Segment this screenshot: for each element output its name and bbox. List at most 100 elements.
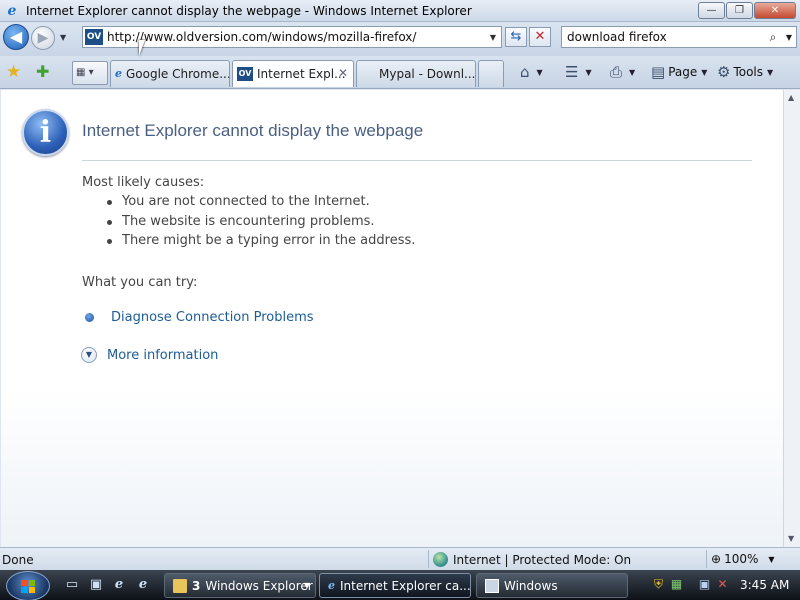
feeds-icon: ☰ — [565, 63, 578, 81]
taskbar-label: Windows Explorer — [205, 579, 312, 593]
window-controls: — ❐ ✕ — [698, 2, 796, 19]
switch-windows-icon[interactable]: ▣ — [88, 577, 104, 593]
try-heading: What you can try: — [82, 275, 197, 290]
search-icon[interactable]: ⌕ — [764, 30, 782, 45]
scroll-down-icon[interactable]: ▼ — [788, 534, 794, 543]
search-input[interactable] — [562, 30, 764, 44]
address-dropdown-icon[interactable]: ▼ — [485, 33, 501, 42]
home-icon: ⌂ — [520, 63, 530, 81]
security-shield-icon[interactable]: ⛨ — [651, 577, 666, 592]
chevron-down-icon: ▼ — [304, 581, 310, 590]
refresh-button[interactable]: ⇆ — [505, 27, 527, 47]
scroll-up-icon[interactable]: ▲ — [788, 93, 794, 102]
internet-explorer-icon[interactable]: e — [135, 577, 151, 593]
status-bar: Done Internet | Protected Mode: On ⊕ 100… — [0, 547, 800, 570]
tab-bar: ★ ✚ ▦ ▾ e Google Chrome... OV Internet E… — [0, 56, 800, 89]
more-information-link[interactable]: ▼ More information — [85, 347, 218, 363]
minimize-button[interactable]: — — [698, 2, 725, 19]
tools-menu-label: Tools — [733, 65, 763, 79]
search-options-dropdown[interactable]: ▼ — [782, 33, 796, 42]
taskbar-label: Internet Explorer ca... — [340, 579, 471, 593]
internet-explorer-icon: e — [328, 579, 335, 593]
stop-button[interactable]: ✕ — [529, 27, 551, 47]
window-count: 3 — [192, 579, 200, 593]
bullet-icon — [85, 313, 94, 322]
favorites-star-icon[interactable]: ★ — [6, 62, 21, 82]
maximize-button[interactable]: ❐ — [726, 2, 753, 19]
feeds-button[interactable]: ☰▼ — [565, 63, 592, 81]
new-tab-button[interactable] — [478, 60, 504, 87]
taskbar-label: Windows — [504, 579, 558, 593]
zoom-dropdown-icon[interactable]: ▼ — [768, 555, 774, 564]
back-button[interactable]: ◀ — [3, 24, 29, 50]
window-title: Internet Explorer cannot display the web… — [26, 4, 472, 18]
forward-button[interactable]: ▶ — [31, 26, 55, 50]
start-button[interactable] — [6, 571, 50, 600]
recent-pages-dropdown[interactable]: ▼ — [60, 33, 66, 42]
page-menu[interactable]: ▤ Page▼ — [651, 63, 707, 81]
taskbar-windows-explorer[interactable]: 3 Windows Explorer ▼ — [164, 573, 316, 598]
causes-heading: Most likely causes: — [82, 175, 204, 190]
home-button[interactable]: ⌂▼ — [520, 63, 543, 81]
diagnose-link-label[interactable]: Diagnose Connection Problems — [111, 310, 314, 325]
tab-internet-explorer[interactable]: OV Internet Expl... ✕ — [232, 60, 354, 87]
search-box: ⌕ ▼ — [561, 26, 797, 48]
diagnose-connection-link[interactable]: Diagnose Connection Problems — [85, 310, 314, 325]
print-icon: ⎙ — [610, 63, 622, 81]
divider — [428, 550, 429, 568]
tab-label: Google Chrome... — [126, 67, 230, 81]
folder-icon — [173, 579, 187, 593]
title-bar: e Internet Explorer cannot display the w… — [0, 0, 800, 22]
list-item: There might be a typing error in the add… — [107, 233, 415, 253]
window-icon — [485, 579, 499, 593]
page-content: i Internet Explorer cannot display the w… — [1, 90, 783, 547]
tab-label: Internet Expl... — [257, 67, 346, 81]
taskbar-internet-explorer[interactable]: e Internet Explorer ca... — [319, 573, 471, 598]
zoom-control[interactable]: ⊕ 100% ▼ — [711, 552, 775, 566]
internet-explorer-icon: e — [4, 3, 20, 19]
security-zone[interactable]: Internet | Protected Mode: On — [433, 552, 631, 567]
zoom-icon: ⊕ — [711, 552, 721, 566]
site-favicon: OV — [85, 29, 103, 45]
internet-explorer-icon: e — [115, 67, 122, 81]
site-favicon: OV — [237, 67, 253, 81]
mouse-pointer-icon — [139, 40, 151, 56]
globe-icon — [433, 552, 448, 567]
tab-mypal[interactable]: Mypal - Downl... — [356, 60, 476, 87]
tab-google-chrome[interactable]: e Google Chrome... — [110, 60, 230, 87]
taskbar-windows[interactable]: Windows — [476, 573, 628, 598]
navigation-bar: ◀ ▶ ▼ OV http://www.oldversion.com/windo… — [0, 22, 800, 56]
tab-label: Mypal - Downl... — [379, 67, 476, 81]
taskbar: ▭ ▣ e e 3 Windows Explorer ▼ e Internet … — [0, 570, 800, 600]
list-item: You are not connected to the Internet. — [107, 194, 415, 214]
divider — [82, 160, 752, 161]
page-title: Internet Explorer cannot display the web… — [82, 121, 423, 141]
network-icon[interactable]: ▣ — [697, 577, 712, 592]
address-url[interactable]: http://www.oldversion.com/windows/mozill… — [107, 30, 485, 44]
system-tray: ⛨ ▦ ▣ ✕ 3:45 AM — [645, 570, 800, 600]
volume-muted-icon[interactable]: ✕ — [715, 577, 730, 592]
zoom-level: 100% — [724, 552, 758, 566]
close-button[interactable]: ✕ — [754, 2, 796, 19]
gear-icon: ⚙ — [717, 63, 730, 81]
expand-icon[interactable]: ▼ — [81, 347, 97, 363]
causes-list: You are not connected to the Internet. T… — [107, 194, 415, 253]
clock[interactable]: 3:45 AM — [740, 578, 789, 592]
list-item: The website is encountering problems. — [107, 214, 415, 234]
more-info-label[interactable]: More information — [107, 348, 218, 363]
print-button[interactable]: ⎙▼ — [610, 63, 635, 81]
tools-menu[interactable]: ⚙ Tools▼ — [717, 63, 773, 81]
windows-logo-icon — [21, 580, 35, 593]
vertical-scrollbar[interactable]: ▲ ▼ — [783, 90, 800, 547]
divider — [706, 550, 707, 568]
show-desktop-icon[interactable]: ▭ — [64, 577, 80, 593]
page-menu-label: Page — [668, 65, 697, 79]
quick-tabs-button[interactable]: ▦ ▾ — [72, 61, 108, 85]
zone-label: Internet | Protected Mode: On — [453, 553, 631, 567]
close-tab-icon[interactable]: ✕ — [338, 66, 348, 80]
windows-update-icon[interactable]: ▦ — [669, 577, 684, 592]
add-favorites-icon[interactable]: ✚ — [36, 62, 49, 81]
status-text: Done — [2, 553, 34, 567]
internet-explorer-icon[interactable]: e — [111, 577, 127, 593]
page-icon: ▤ — [651, 63, 665, 81]
